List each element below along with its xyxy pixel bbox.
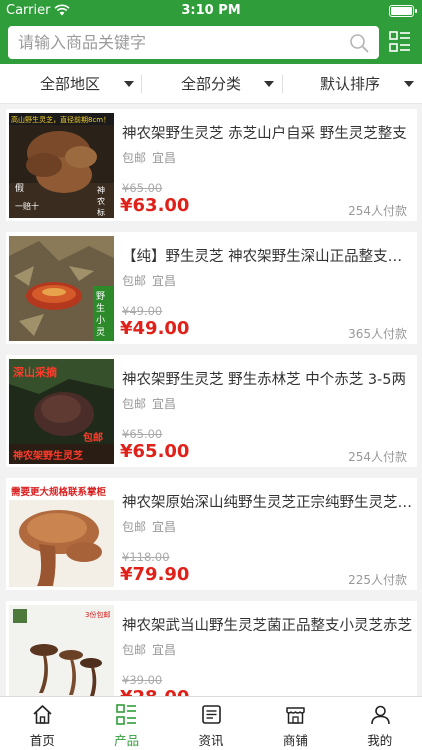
product-card[interactable]: 深山采摘 包邮 神农架野生灵芝 神农架野生灵芝 野生赤林芝 中个赤芝 3-5两 … xyxy=(6,355,417,467)
product-meta: 包邮 宜昌 xyxy=(122,395,176,412)
filter-region[interactable]: 全部地区 xyxy=(40,64,140,104)
tab-home[interactable]: 首页 xyxy=(0,697,84,750)
chevron-down-icon xyxy=(124,81,134,87)
tab-products-label: 产品 xyxy=(114,733,140,748)
product-card[interactable]: 3份包邮 神农架武当山野生灵芝菌正品整支小灵芝赤芝 包邮宜昌 ¥39.00 ¥2… xyxy=(6,601,417,696)
original-price: ¥49.00 xyxy=(122,304,163,318)
svg-text:神: 神 xyxy=(97,185,105,195)
category-menu-icon[interactable] xyxy=(389,31,411,53)
location-label: 宜昌 xyxy=(152,643,177,657)
tab-profile[interactable]: 我的 xyxy=(338,697,422,750)
product-list: 高山野生灵芝，直径前期8cm！ 假 一赔十 神 农 标 神农架野生灵芝 赤芝山户… xyxy=(0,104,422,696)
product-title[interactable]: 神农架原始深山纯野生灵芝正宗纯野生灵芝整支 xyxy=(122,491,412,512)
product-meta: 包邮 宜昌 xyxy=(122,272,176,289)
search-box[interactable] xyxy=(8,26,379,59)
product-image[interactable]: 野 生 小 灵 xyxy=(9,236,114,341)
filter-bar: 全部地区 全部分类 默认排序 xyxy=(0,64,422,104)
current-price: ¥63.00 xyxy=(120,195,190,216)
product-title[interactable]: 神农架野生灵芝 野生赤林芝 中个赤芝 3-5两 xyxy=(122,368,412,389)
tab-products[interactable]: 产品 xyxy=(84,697,168,750)
divider xyxy=(282,75,283,93)
news-icon xyxy=(201,705,221,724)
image-caption: 3份包邮 xyxy=(85,610,110,619)
current-price: ¥28.00 xyxy=(120,687,189,696)
product-meta: 包邮 宜昌 xyxy=(122,641,176,658)
shipping-label: 包邮 xyxy=(122,520,147,534)
sales-count: 365人付款 xyxy=(348,327,407,341)
original-price: ¥65.00 xyxy=(122,427,163,441)
svg-text:标: 标 xyxy=(97,207,105,217)
location-label: 宜昌 xyxy=(152,397,177,411)
svg-text:包邮: 包邮 xyxy=(83,431,103,444)
chevron-down-icon xyxy=(404,81,414,87)
svg-text:需要更大规格联系掌柜: 需要更大规格联系掌柜 xyxy=(11,486,107,498)
product-title[interactable]: 【纯】野生灵芝 神农架野生深山正品整支灵芝 xyxy=(122,245,412,266)
svg-text:神农架野生灵芝: 神农架野生灵芝 xyxy=(13,449,83,462)
shipping-label: 包邮 xyxy=(122,151,147,165)
products-icon xyxy=(116,704,137,725)
original-price: ¥39.00 xyxy=(122,673,163,687)
search-icon[interactable] xyxy=(349,33,369,53)
location-label: 宜昌 xyxy=(152,274,177,288)
product-meta: 包邮 宜昌 xyxy=(122,149,176,166)
filter-category[interactable]: 全部分类 xyxy=(181,64,281,104)
tab-store-label: 商铺 xyxy=(282,733,308,748)
battery-icon xyxy=(389,5,417,17)
sales-count: 254人付款 xyxy=(348,450,407,464)
filter-category-label: 全部分类 xyxy=(181,75,242,93)
filter-sort[interactable]: 默认排序 xyxy=(320,64,420,104)
filter-region-label: 全部地区 xyxy=(40,75,101,93)
shipping-label: 包邮 xyxy=(122,643,147,657)
current-price: ¥49.00 xyxy=(120,318,190,339)
tab-bar: 首页 产品 资讯 商铺 我的 xyxy=(0,696,422,750)
tab-home-label: 首页 xyxy=(29,733,55,748)
product-image[interactable]: 高山野生灵芝，直径前期8cm！ 假 一赔十 神 农 标 xyxy=(9,113,114,218)
product-card[interactable]: 高山野生灵芝，直径前期8cm！ 假 一赔十 神 农 标 神农架野生灵芝 赤芝山户… xyxy=(6,109,417,221)
product-meta: 包邮 宜昌 xyxy=(122,518,176,535)
image-caption: 高山野生灵芝，直径前期8cm！ xyxy=(11,115,110,124)
product-title[interactable]: 神农架野生灵芝 赤芝山户自采 野生灵芝整支 xyxy=(122,122,412,143)
shipping-label: 包邮 xyxy=(122,397,147,411)
status-bar: Carrier 3:10 PM xyxy=(0,0,422,22)
tab-store[interactable]: 商铺 xyxy=(253,697,337,750)
filter-sort-label: 默认排序 xyxy=(320,75,381,93)
product-title[interactable]: 神农架武当山野生灵芝菌正品整支小灵芝赤芝 xyxy=(122,614,412,635)
tab-news[interactable]: 资讯 xyxy=(169,697,253,750)
svg-text:深山采摘: 深山采摘 xyxy=(13,365,57,379)
svg-text:农: 农 xyxy=(97,196,105,206)
tab-profile-label: 我的 xyxy=(367,733,393,748)
sales-count: 254人付款 xyxy=(348,204,407,218)
product-card[interactable]: 需要更大规格联系掌柜 神农架原始深山纯野生灵芝正宗纯野生灵芝整支 包邮 宜昌 ¥1… xyxy=(6,478,417,590)
location-label: 宜昌 xyxy=(152,520,177,534)
location-label: 宜昌 xyxy=(152,151,177,165)
home-icon xyxy=(33,705,52,724)
current-price: ¥65.00 xyxy=(120,441,190,462)
shipping-label: 包邮 xyxy=(122,274,147,288)
store-icon xyxy=(286,707,305,724)
svg-text:假: 假 xyxy=(15,183,24,194)
sales-count: 225人付款 xyxy=(348,573,407,587)
chevron-down-icon xyxy=(264,81,274,87)
svg-text:灵: 灵 xyxy=(96,327,105,338)
svg-text:野: 野 xyxy=(96,291,105,302)
clock: 3:10 PM xyxy=(181,3,241,18)
product-image[interactable]: 3份包邮 xyxy=(9,605,114,696)
original-price: ¥118.00 xyxy=(122,550,170,564)
product-image[interactable]: 深山采摘 包邮 神农架野生灵芝 xyxy=(9,359,114,464)
svg-text:生: 生 xyxy=(96,302,105,314)
current-price: ¥79.90 xyxy=(120,564,190,585)
search-input[interactable] xyxy=(18,26,338,59)
divider xyxy=(141,75,142,93)
product-image[interactable]: 需要更大规格联系掌柜 xyxy=(9,482,114,587)
tab-news-label: 资讯 xyxy=(198,733,224,748)
svg-text:一赔十: 一赔十 xyxy=(15,201,39,211)
product-card[interactable]: 野 生 小 灵 【纯】野生灵芝 神农架野生深山正品整支灵芝 包邮 宜昌 ¥49.0… xyxy=(6,232,417,344)
header xyxy=(0,22,422,64)
profile-icon xyxy=(370,705,390,725)
svg-text:小: 小 xyxy=(96,315,105,326)
original-price: ¥65.00 xyxy=(122,181,163,195)
